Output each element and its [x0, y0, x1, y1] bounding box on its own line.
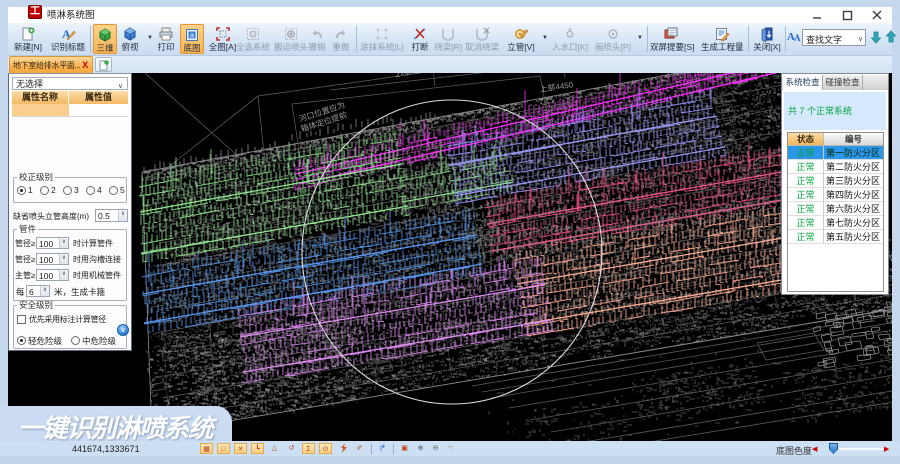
svg-text:A: A	[794, 33, 801, 43]
svg-text:a: a	[190, 33, 194, 40]
svg-text:上部4450: 上部4450	[539, 79, 574, 94]
svg-text:2×4×4×50: 2×4×4×50	[395, 73, 433, 79]
svg-text:A: A	[62, 27, 71, 41]
